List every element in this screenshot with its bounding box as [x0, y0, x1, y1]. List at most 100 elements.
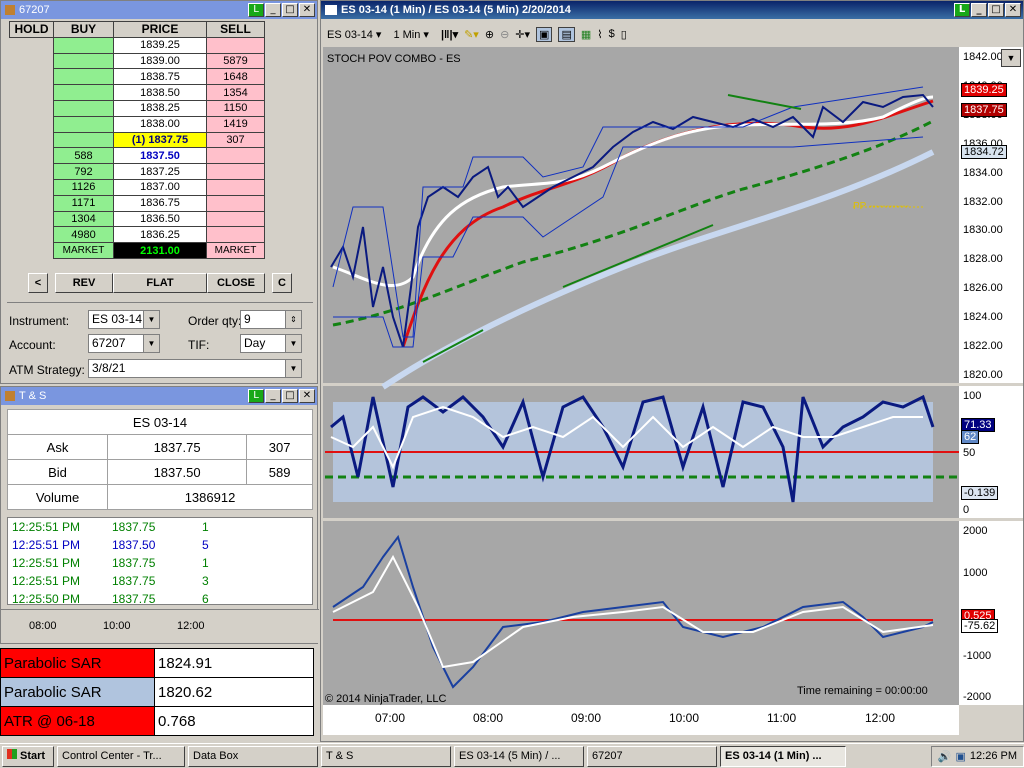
task-data-box[interactable]: Data Box — [188, 745, 318, 767]
buy-cell[interactable]: 1304 — [53, 210, 114, 228]
trade-list[interactable]: 12:25:51 PM 1837.75 1 12:25:51 PM 1837.50 5 12… — [7, 517, 313, 605]
blank-cell — [9, 211, 54, 227]
minimize-button[interactable]: _ — [971, 3, 987, 17]
data-box-label: Parabolic SAR — [0, 648, 155, 678]
buy-cell[interactable] — [53, 52, 114, 70]
tif-label: TIF: — [188, 338, 210, 352]
buy-cell[interactable] — [53, 115, 114, 133]
buy-cell[interactable] — [53, 68, 114, 86]
system-tray: 🔊 ▣ 12:26 PM — [930, 745, 1024, 767]
task-dom[interactable]: 67207 — [587, 745, 717, 767]
sell-cell[interactable]: 1150 — [206, 99, 265, 117]
sell-cell[interactable] — [206, 147, 265, 165]
trend-arrow — [562, 224, 714, 288]
minimize-button[interactable]: _ — [265, 389, 281, 403]
instrument-dropdown-label: ES 03-14 — [327, 28, 373, 41]
market-sell-button[interactable]: MARKET — [206, 242, 265, 259]
bar-type-icon[interactable]: |‖|▾ — [441, 28, 458, 41]
sell-cell[interactable] — [206, 163, 265, 180]
center-button[interactable]: C — [272, 273, 292, 293]
buy-cell[interactable]: 4980 — [53, 226, 114, 244]
close-button[interactable]: ✕ — [299, 3, 315, 17]
osc-histogram — [332, 534, 934, 689]
sell-cell[interactable]: 1419 — [206, 115, 265, 133]
hold-header[interactable]: HOLD — [9, 21, 54, 38]
close-button[interactable]: ✕ — [299, 389, 315, 403]
chart-trader-icon[interactable]: ⌇ — [597, 28, 602, 41]
stoch-axis[interactable]: 100 50 0 71.33 62 -0.139 — [959, 386, 1023, 518]
maximize-button[interactable]: □ — [282, 3, 298, 17]
buy-cell[interactable]: 792 — [53, 163, 114, 180]
scroll-down-button[interactable]: ▼ — [1001, 49, 1021, 67]
maximize-button[interactable]: □ — [988, 3, 1004, 17]
ts-titlebar[interactable]: T & S L _ □ ✕ — [1, 387, 317, 405]
instrument-select[interactable]: ES 03-14 ▼ — [88, 310, 160, 329]
dom-window: 67207 L _ □ ✕ HOLD BUY PRICE SELL 1839.2… — [0, 0, 318, 384]
buy-cell[interactable] — [53, 99, 114, 117]
start-button[interactable]: Start — [2, 745, 54, 767]
time-axis-label: 08:00 — [473, 711, 504, 725]
chart-titlebar[interactable]: ES 03-14 (1 Min) / ES 03-14 (5 Min) 2/20… — [321, 1, 1023, 19]
data-box-icon[interactable]: ▣ — [536, 26, 553, 42]
sell-cell[interactable] — [206, 178, 265, 196]
properties-icon[interactable]: ▯ — [621, 28, 627, 41]
link-icon[interactable]: L — [248, 3, 264, 17]
trade-row: 12:25:51 PM 1837.75 1 — [8, 554, 312, 572]
link-icon[interactable]: L — [954, 3, 970, 17]
buy-cell[interactable]: 1171 — [53, 194, 114, 212]
task-chart-5min[interactable]: ES 03-14 (5 Min) / ... — [454, 745, 584, 767]
osc-axis[interactable]: 200010000-1000-20000.525-75.62 — [959, 521, 1023, 705]
app-icon — [5, 391, 15, 401]
zoom-in-icon[interactable]: ⊕ — [485, 28, 494, 41]
sell-cell[interactable] — [206, 226, 265, 244]
price-axis[interactable]: 1842.001840.001838.001836.001834.001832.… — [959, 47, 1023, 383]
tif-select[interactable]: Day ▼ — [240, 334, 302, 353]
trade-time: 12:25:51 PM — [12, 538, 81, 552]
price-bars — [330, 93, 934, 348]
atm-select[interactable]: 3/8/21 ▼ — [88, 359, 302, 378]
orderqty-stepper[interactable]: 9 ⇕ — [240, 310, 302, 329]
scroll-left-button[interactable]: < — [28, 273, 48, 293]
sell-cell[interactable] — [206, 210, 265, 228]
buy-cell[interactable] — [53, 84, 114, 101]
task-chart-1min[interactable]: ES 03-14 (1 Min) ... — [720, 745, 846, 767]
time-axis-label: 09:00 — [571, 711, 602, 725]
maximize-button[interactable]: □ — [282, 389, 298, 403]
flatten-button[interactable]: FLAT — [113, 273, 207, 293]
blank-cell — [9, 53, 54, 69]
task-control-center[interactable]: Control Center - Tr... — [57, 745, 185, 767]
close-position-button[interactable]: CLOSE — [207, 273, 265, 293]
sell-cell[interactable]: 307 — [206, 131, 265, 149]
buy-cell[interactable]: 1126 — [53, 178, 114, 196]
instrument-dropdown[interactable]: ES 03-14 ▾ — [327, 28, 381, 41]
interval-dropdown[interactable]: 1 Min ▾ — [393, 28, 428, 41]
reverse-button[interactable]: REV — [55, 273, 113, 293]
link-icon[interactable]: L — [248, 389, 264, 403]
account-select[interactable]: 67207 ▼ — [88, 334, 160, 353]
dom-titlebar[interactable]: 67207 L _ □ ✕ — [1, 1, 317, 19]
dollar-icon[interactable]: $ — [609, 28, 615, 40]
sell-cell[interactable]: 1648 — [206, 68, 265, 86]
pencil-icon[interactable]: ✎▾ — [464, 28, 479, 41]
close-button[interactable]: ✕ — [1005, 3, 1021, 17]
strategies-icon[interactable]: ▦ — [581, 28, 591, 41]
network-icon[interactable]: ▣ — [956, 750, 966, 763]
speaker-icon[interactable]: 🔊 — [938, 750, 952, 763]
buy-cell[interactable] — [53, 131, 114, 149]
indicators-icon[interactable]: ▤ — [558, 26, 575, 42]
market-buy-button[interactable]: MARKET — [53, 242, 114, 259]
sell-cell[interactable] — [206, 36, 265, 54]
time-label: 10:00 — [103, 620, 131, 632]
buy-cell[interactable]: 588 — [53, 147, 114, 165]
minimize-button[interactable]: _ — [265, 3, 281, 17]
sell-cell[interactable]: 5879 — [206, 52, 265, 70]
axis-tick-label: 0 — [963, 504, 970, 516]
task-ts[interactable]: T & S — [321, 745, 451, 767]
crosshair-icon[interactable]: ✛▾ — [515, 28, 530, 41]
sell-cell[interactable] — [206, 194, 265, 212]
buy-cell[interactable] — [53, 36, 114, 54]
ladder-row: 792 1837.25 — [9, 163, 265, 180]
zoom-out-icon[interactable]: ⊖ — [500, 28, 509, 41]
sell-cell[interactable]: 1354 — [206, 84, 265, 101]
price-ladder: HOLD BUY PRICE SELL 1839.25 1839.00 5879 18… — [9, 21, 265, 259]
